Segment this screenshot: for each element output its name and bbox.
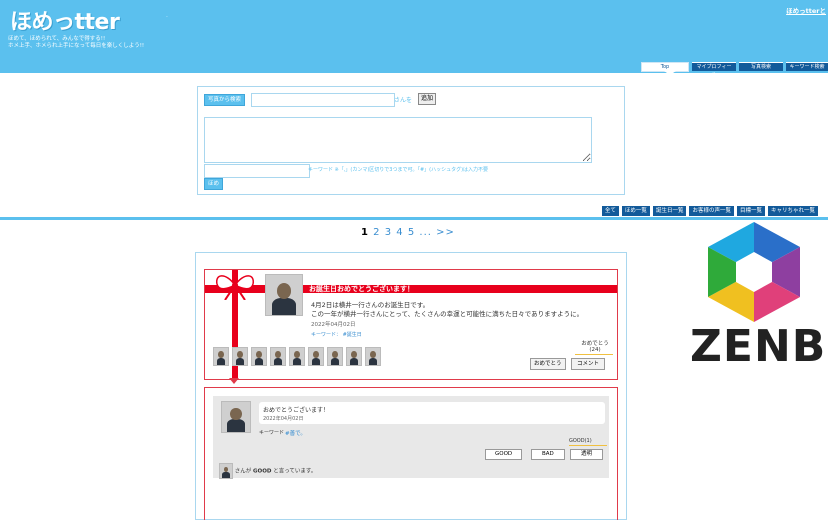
post-list: お誕生日おめでとうございます！ 4月2日は横井一行さんのお誕生日です。 この一年… (195, 252, 627, 520)
san-label: さんを (394, 97, 413, 104)
site-tagline: ほめて、ほめられて、みんなで得する!! ホメ上手、ホメられ上手になって毎日を楽し… (8, 36, 268, 50)
page-link[interactable]: 4 (396, 227, 403, 238)
good-summary: さんが GOOD と言っています。 (219, 463, 316, 479)
good-count: GOOD(1) (569, 438, 592, 444)
page-current: 1 (361, 227, 369, 238)
section-divider (0, 217, 828, 220)
card-tail (229, 378, 239, 384)
praise-button[interactable]: ほめ (204, 178, 224, 190)
pagination: 1 2 3 4 5 ... >> (361, 227, 455, 238)
congratulator-avatars (213, 347, 381, 366)
congrats-count: おめでとう (24) (577, 339, 613, 353)
filter-birthday[interactable]: 誕生日一覧 (652, 206, 687, 216)
birthday-date: 2022年04月02日 (311, 322, 356, 328)
photo-search-button[interactable]: 写真から検索 (204, 94, 246, 106)
filter-goals[interactable]: 目標一覧 (736, 206, 765, 216)
tagline-line-2: ホメ上手、ホメられ上手になって毎日を楽しくしよう!! (8, 43, 145, 49)
filter-customer-voice[interactable]: お客様の声一覧 (689, 206, 734, 216)
tab-my-profile[interactable]: マイプロフィール (692, 62, 736, 78)
avatar[interactable] (289, 347, 305, 366)
filter-all[interactable]: 全て (601, 206, 619, 216)
avatar[interactable] (308, 347, 324, 366)
filter-bar: 全て ほめ一覧 誕生日一覧 お客様の声一覧 目標一覧 キャリちゃれ一覧 (601, 206, 818, 216)
avatar[interactable] (365, 347, 381, 366)
says-prefix: さんが (234, 468, 252, 475)
avatar[interactable] (232, 347, 248, 366)
keyword-input[interactable] (204, 164, 310, 178)
message-textarea[interactable] (204, 117, 592, 163)
comment-bubble: おめでとうございます！ 2022年04月02日 (259, 402, 605, 424)
tab-photo-search[interactable]: 写真検索 (739, 62, 783, 71)
birthday-line-2: この一年が横井一行さんにとって、たくさんの幸運と可能性に満ちた日々でありますよう… (311, 310, 584, 318)
avatar[interactable] (327, 347, 343, 366)
avatar[interactable] (213, 347, 229, 366)
birthday-card: お誕生日おめでとうございます！ 4月2日は横井一行さんのお誕生日です。 この一年… (204, 269, 618, 380)
transparent-button[interactable]: 透明 (570, 449, 604, 460)
page-link[interactable]: 5 (408, 227, 415, 238)
avatar[interactable] (219, 463, 233, 479)
post-form: 写真から検索 さんを 追加 キーワード ※「,」(カンマ)区切りで3つまで可。「… (197, 86, 625, 195)
good-button[interactable]: GOOD (485, 449, 523, 460)
add-button[interactable]: 追加 (418, 93, 437, 105)
keyword-hint: キーワード ※「,」(カンマ)区切りで3つまで可。「#」(ハッシュタグ)は入力不… (308, 167, 489, 173)
filter-career-challenge[interactable]: キャリちゃれ一覧 (767, 206, 818, 216)
birthday-keyword[interactable]: キーワード： #誕生日 (311, 331, 362, 338)
congrats-number: (24) (589, 347, 601, 353)
avatar[interactable] (346, 347, 362, 366)
filter-praise[interactable]: ほめ一覧 (621, 206, 650, 216)
page-link[interactable]: 3 (385, 227, 392, 238)
name-input[interactable] (251, 93, 395, 107)
top-right-link[interactable]: ほめっtterと (786, 5, 826, 15)
comment-date: 2022年04月02日 (263, 416, 304, 422)
avatar[interactable] (265, 274, 303, 316)
birthday-title: お誕生日おめでとうございます！ (309, 285, 414, 293)
comment-keyword-label: キーワード (259, 430, 285, 436)
zenb-logo-icon (708, 222, 800, 322)
comment-item: おめでとうございます！ 2022年04月02日 キーワード #善で。 GOOD(… (213, 396, 609, 479)
bad-button[interactable]: BAD (531, 449, 565, 460)
avatar[interactable] (221, 401, 251, 433)
tab-keyword-search[interactable]: キーワード検索 (786, 62, 828, 71)
site-header: ほめっtter · ほめて、ほめられて、みんなで得する!! ホメ上手、ホメられ上… (0, 0, 828, 78)
avatar[interactable] (270, 347, 286, 366)
comment-button[interactable]: コメント (571, 358, 606, 370)
page-more-link[interactable]: ... >> (419, 227, 454, 238)
comment-keyword[interactable]: #善で。 (285, 429, 306, 437)
comment-text: おめでとうございます！ (263, 407, 330, 414)
says-good: GOOD (253, 468, 272, 475)
congrats-underline (575, 354, 613, 355)
congrats-label: おめでとう (581, 341, 609, 347)
tagline-line-1: ほめて、ほめられて、みんなで得する!! (8, 36, 106, 42)
active-tab-caret (664, 71, 676, 75)
header-dot: · (166, 14, 168, 21)
comment-section: おめでとうございます！ 2022年04月02日 キーワード #善で。 GOOD(… (204, 387, 618, 520)
avatar[interactable] (251, 347, 267, 366)
zenb-logo-text: ZENB (690, 321, 827, 372)
says-suffix: と言っています。 (273, 468, 317, 475)
page-link[interactable]: 2 (373, 227, 380, 238)
ribbon-bow-icon (216, 275, 254, 300)
good-underline (569, 445, 607, 446)
site-logo[interactable]: ほめっtter (10, 4, 120, 36)
congrats-button[interactable]: おめでとう (530, 358, 566, 370)
